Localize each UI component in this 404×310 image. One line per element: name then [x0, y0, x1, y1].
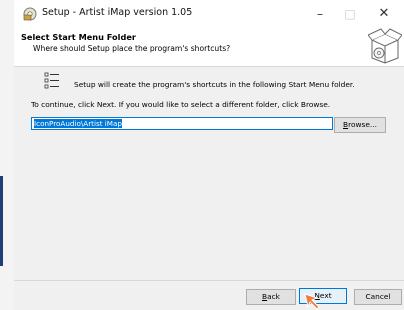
setup-app-icon — [23, 7, 37, 21]
page-subheading: Where should Setup place the program's s… — [33, 44, 231, 53]
background-window-edge — [0, 0, 14, 310]
close-button[interactable]: ✕ — [370, 4, 398, 24]
wizard-box-icon — [368, 28, 402, 64]
minimize-button[interactable]: – — [306, 4, 334, 24]
back-button[interactable]: Back — [246, 289, 296, 305]
browse-label: rowse... — [348, 120, 377, 129]
mouse-cursor-icon — [304, 293, 320, 310]
back-label: ack — [267, 292, 280, 301]
start-menu-folder-input[interactable]: IconProAudio\Artist iMap — [31, 117, 333, 130]
title-bar: Setup - Artist iMap version 1.05 – □ ✕ — [14, 0, 404, 28]
info-text: Setup will create the program's shortcut… — [74, 80, 355, 89]
wizard-header: Select Start Menu Folder Where should Se… — [14, 28, 404, 67]
instruction-text: To continue, click Next. If you would li… — [31, 100, 331, 109]
setup-window: Setup - Artist iMap version 1.05 – □ ✕ S… — [14, 0, 404, 310]
browse-button[interactable]: Browse... — [334, 117, 386, 133]
page-heading: Select Start Menu Folder — [21, 32, 136, 42]
start-menu-list-icon — [44, 72, 59, 89]
folder-input-value: IconProAudio\Artist iMap — [34, 119, 122, 128]
cancel-button[interactable]: Cancel — [354, 289, 402, 305]
next-label: ext — [319, 291, 332, 300]
maximize-button[interactable]: □ — [336, 4, 364, 24]
window-title: Setup - Artist iMap version 1.05 — [42, 7, 193, 18]
wizard-body: Setup will create the program's shortcut… — [14, 67, 404, 280]
background-accent-bar — [0, 176, 3, 266]
wizard-footer: Back Next Cancel — [14, 281, 404, 310]
